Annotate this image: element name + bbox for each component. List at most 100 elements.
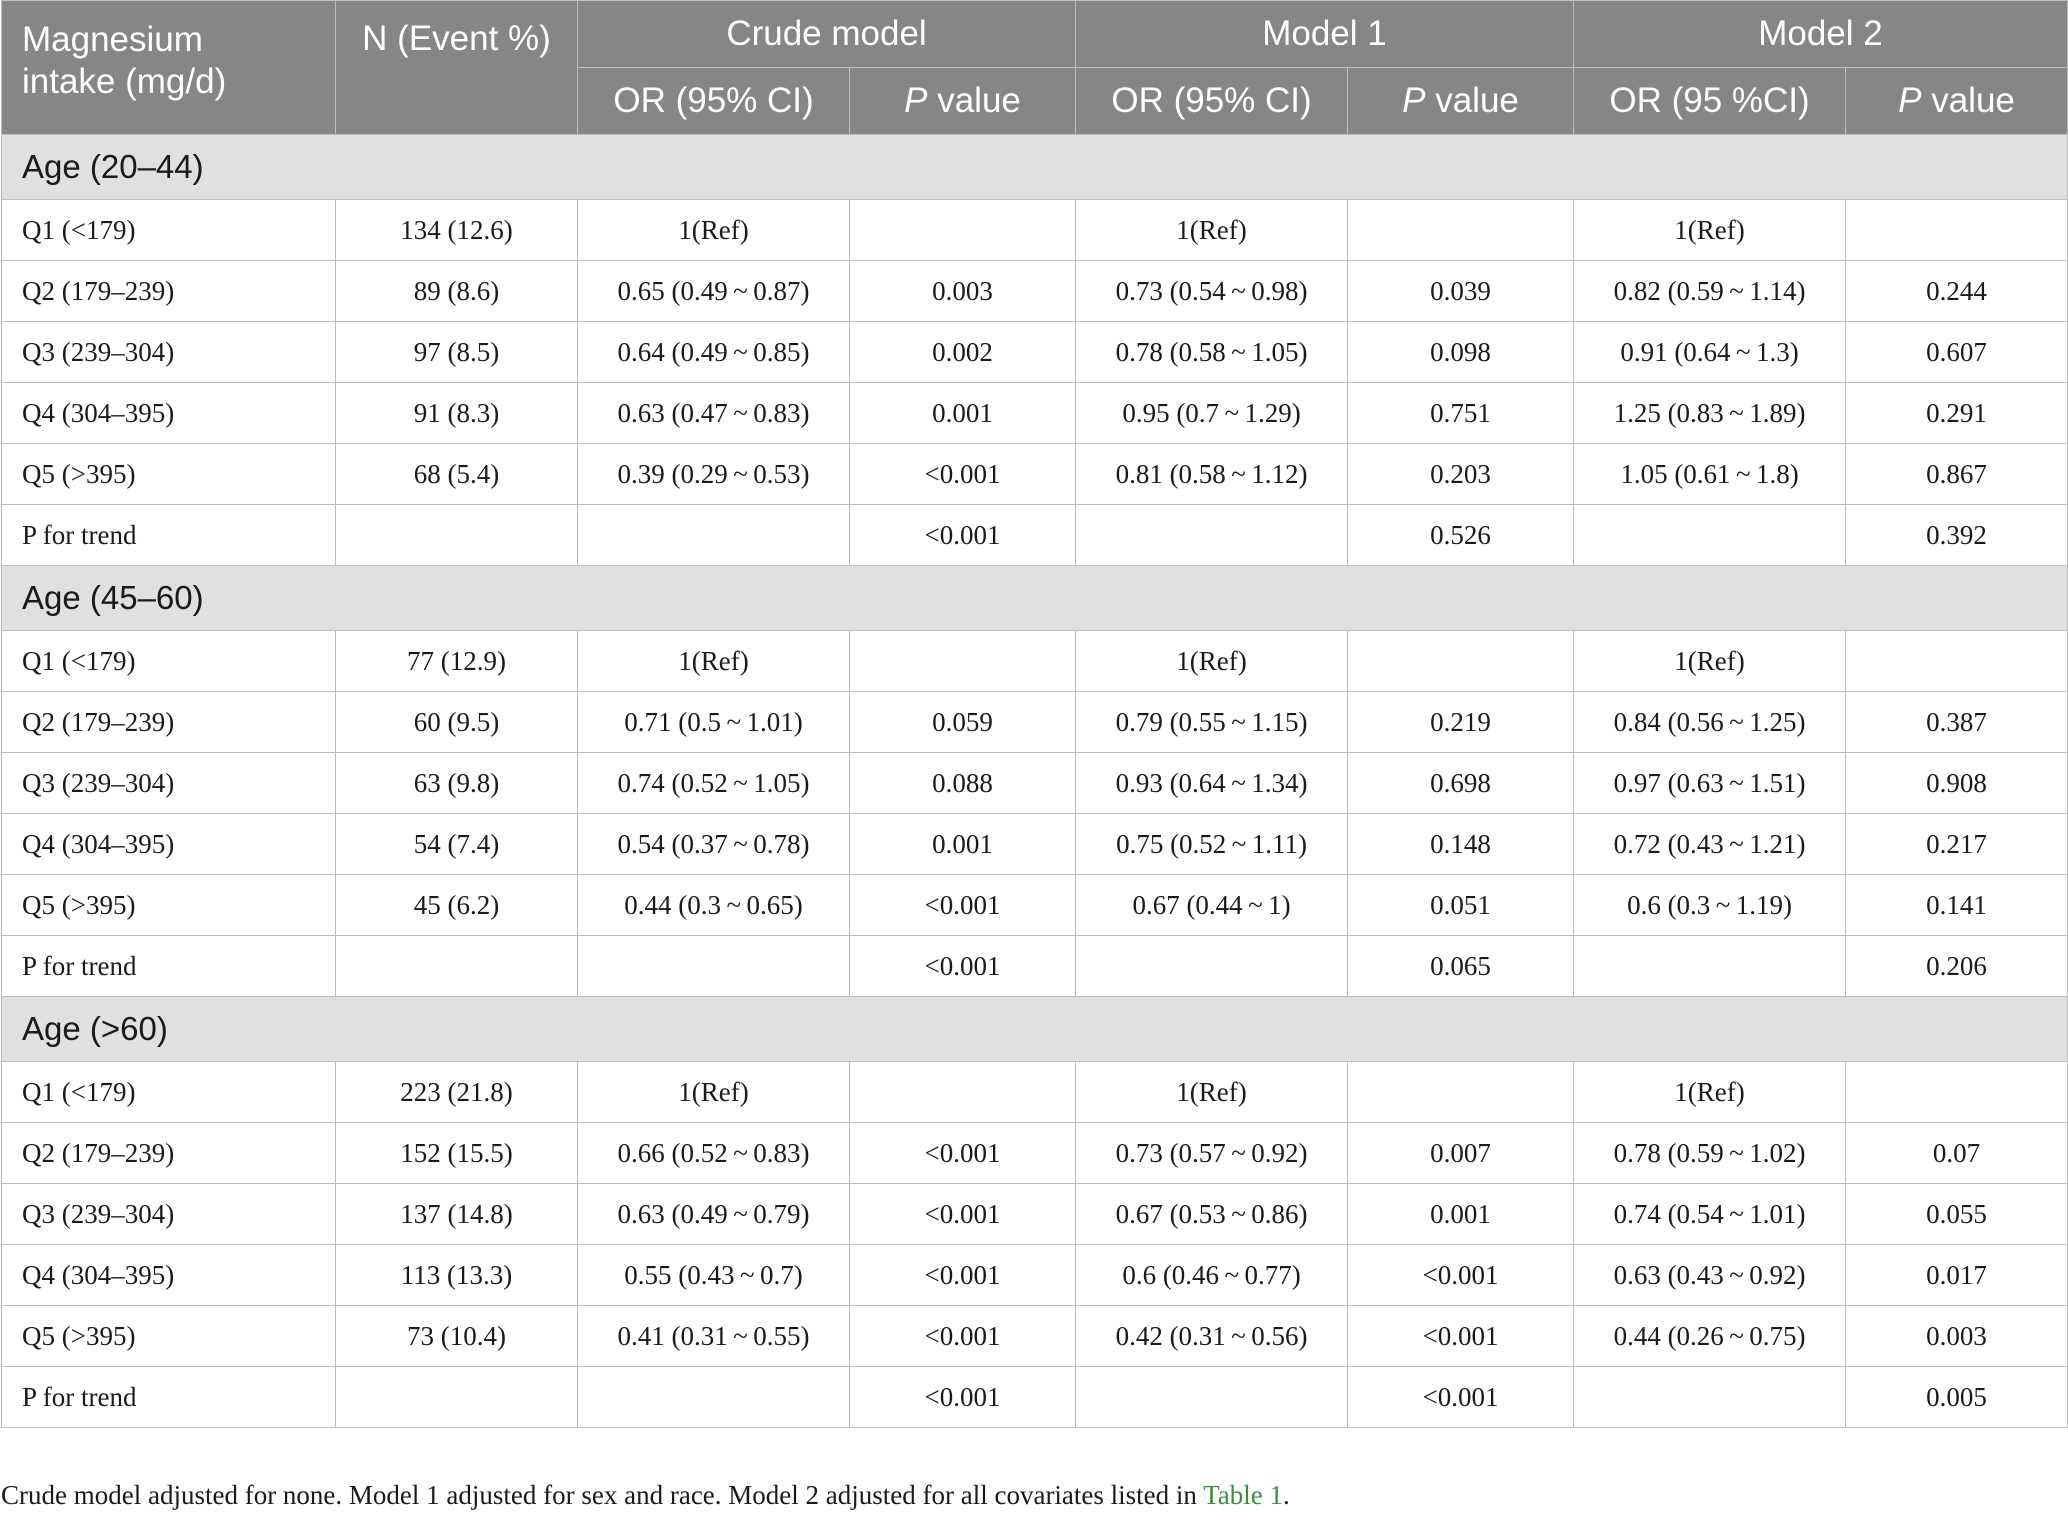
cell-or-model1: 0.75 (0.52 ~ 1.11) (1075, 813, 1349, 875)
cell-p-model1: 0.051 (1347, 874, 1575, 936)
cell-row-label: Q5 (>395) (1, 1305, 336, 1367)
cell-p-crude: <0.001 (848, 1122, 1077, 1184)
cell-or-model1: 0.79 (0.55 ~ 1.15) (1075, 691, 1349, 753)
cell-or-crude (577, 935, 850, 997)
cell-or-model1: 1(Ref) (1075, 199, 1349, 261)
cell-n-event: 77 (12.9) (335, 630, 578, 692)
cell-n-event: 89 (8.6) (335, 260, 578, 322)
cell-p-crude (848, 1061, 1077, 1123)
cell-row-label: Q3 (239–304) (1, 1183, 336, 1245)
cell-p-model2 (1845, 1061, 2068, 1123)
table-row: Q1 (<179) 134 (12.6) 1(Ref) 1(Ref) 1(Ref) (1, 199, 2068, 261)
section-header-row: Age (20–44) (0, 134, 2068, 200)
cell-or-model1: 0.42 (0.31 ~ 0.56) (1075, 1305, 1349, 1367)
cell-or-crude: 0.54 (0.37 ~ 0.78) (577, 813, 850, 875)
cell-p-model2: 0.908 (1845, 752, 2068, 814)
cell-or-crude: 1(Ref) (577, 199, 850, 261)
table-row: P for trend <0.001 <0.001 0.005 (1, 1366, 2068, 1428)
header-crude-model: Crude model (576, 0, 1077, 68)
cell-n-event: 223 (21.8) (335, 1061, 578, 1123)
cell-or-crude: 1(Ref) (577, 1061, 850, 1123)
cell-p-crude: <0.001 (848, 1244, 1077, 1306)
cell-or-crude: 0.64 (0.49 ~ 0.85) (577, 321, 850, 383)
p-italic: P (1898, 81, 1922, 120)
cell-or-model2: 0.91 (0.64 ~ 1.3) (1573, 321, 1847, 383)
cell-p-crude: <0.001 (848, 504, 1077, 566)
cell-n-event: 97 (8.5) (335, 321, 578, 383)
cell-or-model1 (1075, 1366, 1349, 1428)
cell-n-event: 68 (5.4) (335, 443, 578, 505)
cell-row-label: Q5 (>395) (1, 443, 336, 505)
cell-or-model1: 0.78 (0.58 ~ 1.05) (1075, 321, 1349, 383)
cell-or-model2: 1(Ref) (1573, 630, 1847, 692)
cell-n-event: 54 (7.4) (335, 813, 578, 875)
cell-p-model1: 0.148 (1347, 813, 1575, 875)
cell-or-crude (577, 1366, 850, 1428)
cell-row-label: Q4 (304–395) (1, 813, 336, 875)
footnote: Crude model adjusted for none. Model 1 a… (1, 1480, 1290, 1511)
section-title: Age (>60) (0, 996, 2068, 1062)
table-row: Q1 (<179) 77 (12.9) 1(Ref) 1(Ref) 1(Ref) (1, 630, 2068, 692)
cell-or-crude: 0.74 (0.52 ~ 1.05) (577, 752, 850, 814)
cell-p-crude: <0.001 (848, 1183, 1077, 1245)
cell-p-model1: <0.001 (1347, 1244, 1575, 1306)
table-row: Q5 (>395) 45 (6.2) 0.44 (0.3 ~ 0.65) <0.001… (1, 874, 2068, 936)
cell-n-event: 63 (9.8) (335, 752, 578, 814)
header-n-event: N (Event %) (335, 0, 578, 135)
cell-row-label: Q3 (239–304) (1, 321, 336, 383)
cell-p-crude: <0.001 (848, 1305, 1077, 1367)
table-row: Q5 (>395) 68 (5.4) 0.39 (0.29 ~ 0.53) <0.00… (1, 443, 2068, 505)
cell-or-model1 (1075, 935, 1349, 997)
cell-or-crude: 0.65 (0.49 ~ 0.87) (577, 260, 850, 322)
cell-n-event: 60 (9.5) (335, 691, 578, 753)
cell-or-model2: 1.05 (0.61 ~ 1.8) (1573, 443, 1847, 505)
cell-p-model2: 0.003 (1845, 1305, 2068, 1367)
cell-or-crude: 0.63 (0.47 ~ 0.83) (577, 382, 850, 444)
cell-n-event (335, 935, 578, 997)
header-magnesium-line2: intake (mg/d) (22, 62, 227, 101)
cell-p-model1: <0.001 (1347, 1366, 1575, 1428)
cell-or-model2: 0.84 (0.56 ~ 1.25) (1573, 691, 1847, 753)
cell-p-model1: 0.001 (1347, 1183, 1575, 1245)
header-p-model1: P value (1347, 67, 1575, 135)
cell-p-model1 (1347, 199, 1575, 261)
cell-p-model1 (1347, 630, 1575, 692)
cell-n-event: 152 (15.5) (335, 1122, 578, 1184)
cell-p-model2: 0.291 (1845, 382, 2068, 444)
cell-row-label: P for trend (1, 935, 336, 997)
results-table-container: Magnesium intake (mg/d) N (Event %) Crud… (0, 0, 2068, 1428)
cell-p-model1: 0.007 (1347, 1122, 1575, 1184)
cell-p-model2: 0.017 (1845, 1244, 2068, 1306)
cell-p-crude: 0.003 (848, 260, 1077, 322)
cell-p-model1: 0.098 (1347, 321, 1575, 383)
table-row: Q5 (>395) 73 (10.4) 0.41 (0.31 ~ 0.55) <0.0… (1, 1305, 2068, 1367)
table-row: Q2 (179–239) 152 (15.5) 0.66 (0.52 ~ 0.83)… (1, 1122, 2068, 1184)
cell-row-label: P for trend (1, 504, 336, 566)
cell-p-crude: <0.001 (848, 874, 1077, 936)
table-1-link[interactable]: Table 1 (1203, 1480, 1283, 1510)
cell-n-event: 137 (14.8) (335, 1183, 578, 1245)
header-model-1: Model 1 (1075, 0, 1575, 68)
cell-or-model2 (1573, 1366, 1847, 1428)
section-header-row: Age (45–60) (0, 565, 2068, 631)
header-model-2: Model 2 (1573, 0, 2068, 68)
cell-n-event: 73 (10.4) (335, 1305, 578, 1367)
cell-n-event: 134 (12.6) (335, 199, 578, 261)
cell-or-model2: 0.97 (0.63 ~ 1.51) (1573, 752, 1847, 814)
cell-p-model2 (1845, 630, 2068, 692)
cell-p-model2: 0.206 (1845, 935, 2068, 997)
cell-p-model2: 0.244 (1845, 260, 2068, 322)
table-row: Q3 (239–304) 137 (14.8) 0.63 (0.49 ~ 0.79)… (1, 1183, 2068, 1245)
section-header-row: Age (>60) (0, 996, 2068, 1062)
cell-n-event (335, 504, 578, 566)
cell-p-model2: 0.141 (1845, 874, 2068, 936)
cell-p-crude: <0.001 (848, 935, 1077, 997)
cell-row-label: Q3 (239–304) (1, 752, 336, 814)
header-or-model1: OR (95% CI) (1075, 67, 1349, 135)
cell-or-model2: 0.74 (0.54 ~ 1.01) (1573, 1183, 1847, 1245)
cell-p-model2: 0.005 (1845, 1366, 2068, 1428)
cell-row-label: Q5 (>395) (1, 874, 336, 936)
cell-p-crude: 0.088 (848, 752, 1077, 814)
table-row: Q4 (304–395) 113 (13.3) 0.55 (0.43 ~ 0.7) <… (1, 1244, 2068, 1306)
cell-or-crude (577, 504, 850, 566)
